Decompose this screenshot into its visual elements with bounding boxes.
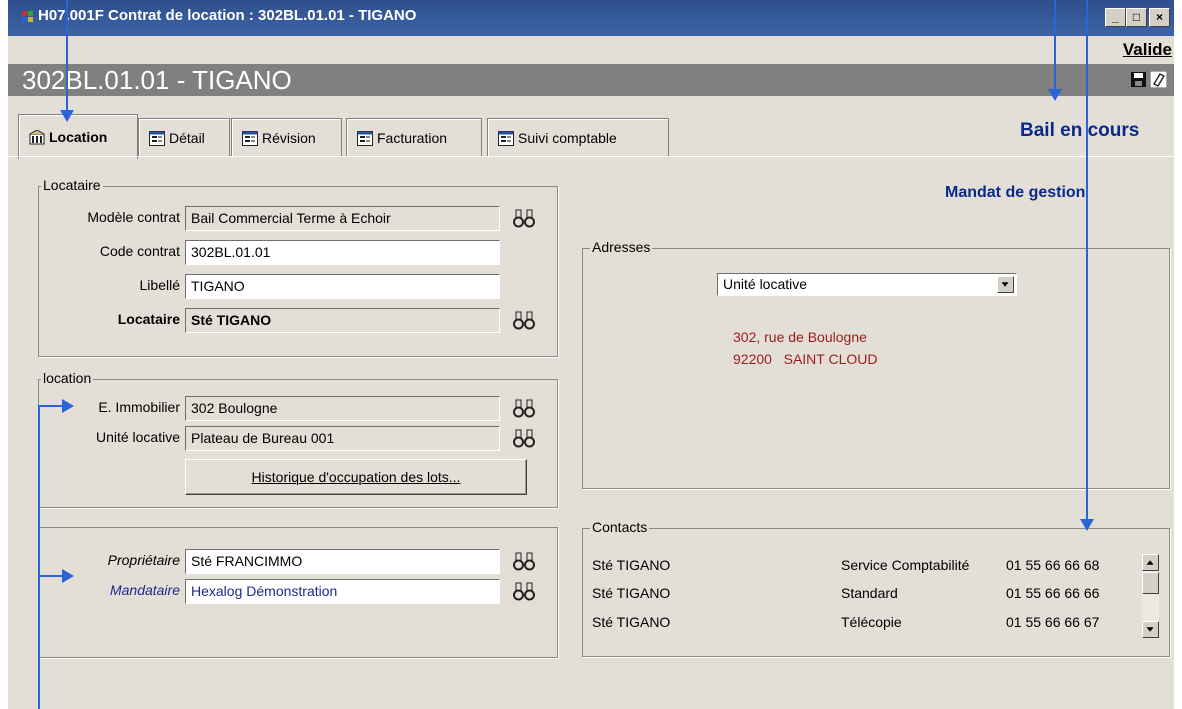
mandataire-field[interactable]: Hexalog Démonstration — [185, 579, 500, 604]
location-group-title: location — [41, 370, 94, 386]
binoculars-icon[interactable] — [512, 426, 536, 450]
locataire-group-title: Locataire — [41, 177, 103, 193]
window-title: H07.001F Contrat de location : 302BL.01.… — [38, 7, 417, 24]
proprietaire-field[interactable]: Sté FRANCIMMO — [185, 549, 500, 574]
binoculars-icon[interactable] — [512, 206, 536, 230]
annotation-arrow-line — [1086, 0, 1088, 521]
annotation-arrowhead — [62, 399, 74, 413]
contact-phone[interactable]: 01 55 66 66 68 — [1006, 557, 1099, 573]
modele-contrat-field[interactable]: Bail Commercial Terme à Echoir — [185, 206, 500, 231]
code-contrat-field[interactable]: 302BL.01.01 — [185, 240, 500, 265]
contact-type[interactable]: Télécopie — [841, 614, 902, 630]
tab-detail-label: Détail — [169, 130, 205, 146]
address-line-2: 92200 SAINT CLOUD — [733, 351, 878, 367]
scroll-thumb[interactable] — [1142, 572, 1159, 594]
form-icon — [149, 130, 165, 146]
libelle-field[interactable]: TIGANO — [185, 274, 500, 299]
record-title: 302BL.01.01 - TIGANO — [22, 65, 292, 95]
annotation-arrow-line — [38, 575, 64, 577]
annotation-arrowhead — [1048, 89, 1062, 101]
immeuble-label: E. Immobilier — [98, 399, 180, 415]
tab-revision[interactable]: Révision — [231, 118, 342, 157]
contact-phone[interactable]: 01 55 66 66 66 — [1006, 585, 1099, 601]
form-icon — [498, 130, 514, 146]
tab-location[interactable]: Location — [18, 114, 138, 159]
close-button[interactable]: × — [1149, 8, 1170, 27]
contacts-group-title: Contacts — [590, 519, 650, 535]
contact-phone[interactable]: 01 55 66 66 67 — [1006, 614, 1099, 630]
window-title-bar: H07.001F Contrat de location : 302BL.01.… — [8, 0, 1174, 36]
adresse-type-select[interactable]: Unité locative — [717, 273, 1017, 296]
tab-facturation-label: Facturation — [377, 130, 448, 146]
unite-locative-field[interactable]: Plateau de Bureau 001 — [185, 426, 500, 451]
scroll-up-icon[interactable] — [1142, 554, 1159, 571]
bail-status: Bail en cours — [1020, 120, 1140, 141]
annotation-arrowhead — [62, 569, 74, 583]
tab-divider — [8, 156, 1174, 157]
tab-location-label: Location — [49, 129, 108, 145]
tab-suivi-comptable-label: Suivi comptable — [518, 130, 617, 146]
annotation-arrowhead — [60, 110, 74, 122]
tab-detail[interactable]: Détail — [138, 118, 230, 157]
mandat-label: Mandat de gestion — [945, 184, 1086, 201]
app-icon — [22, 11, 33, 22]
record-header-band: 302BL.01.01 - TIGANO — [8, 64, 1174, 96]
chevron-down-icon[interactable] — [997, 276, 1014, 293]
tab-facturation[interactable]: Facturation — [346, 118, 482, 157]
annotation-arrow-line — [1054, 0, 1056, 92]
annotation-arrow-line — [38, 405, 64, 407]
proprietaire-label: Propriétaire — [107, 552, 180, 568]
save-icon[interactable] — [1130, 71, 1147, 88]
modele-contrat-label: Modèle contrat — [87, 209, 180, 225]
annotation-arrow-line — [66, 0, 68, 114]
contact-type[interactable]: Standard — [841, 585, 898, 601]
form-icon — [242, 130, 258, 146]
historique-button[interactable]: Historique d'occupation des lots... — [185, 459, 527, 495]
annotation-arrow-line — [38, 405, 40, 709]
adresse-type-value: Unité locative — [723, 276, 808, 292]
tab-suivi-comptable[interactable]: Suivi comptable — [487, 118, 669, 157]
historique-button-label: Historique d'occupation des lots... — [251, 469, 461, 485]
status-link-valide[interactable]: Valide — [1123, 40, 1172, 60]
libelle-label: Libellé — [139, 277, 180, 293]
immeuble-field[interactable]: 302 Boulogne — [185, 396, 500, 421]
unite-locative-label: Unité locative — [95, 429, 180, 445]
contact-name[interactable]: Sté TIGANO — [592, 614, 670, 630]
contact-name[interactable]: Sté TIGANO — [592, 557, 670, 573]
contact-name[interactable]: Sté TIGANO — [592, 585, 670, 601]
locataire-field[interactable]: Sté TIGANO — [185, 308, 500, 333]
binoculars-icon[interactable] — [512, 308, 536, 332]
maximize-button[interactable]: □ — [1126, 8, 1147, 27]
contact-type[interactable]: Service Comptabilité — [841, 557, 969, 573]
eraser-icon[interactable] — [1150, 71, 1167, 88]
address-line-1: 302, rue de Boulogne — [733, 329, 867, 345]
adresses-group-title: Adresses — [590, 239, 653, 255]
form-icon — [357, 130, 373, 146]
minimize-button[interactable]: _ — [1105, 8, 1126, 27]
tab-revision-label: Révision — [262, 130, 316, 146]
locataire-label: Locataire — [117, 311, 180, 327]
binoculars-icon[interactable] — [512, 579, 536, 603]
code-contrat-label: Code contrat — [99, 243, 180, 259]
binoculars-icon[interactable] — [512, 396, 536, 420]
building-icon — [29, 129, 45, 144]
annotation-arrowhead — [1080, 519, 1094, 531]
mandataire-label: Mandataire — [109, 582, 180, 598]
binoculars-icon[interactable] — [512, 549, 536, 573]
scroll-down-icon[interactable] — [1142, 621, 1159, 638]
